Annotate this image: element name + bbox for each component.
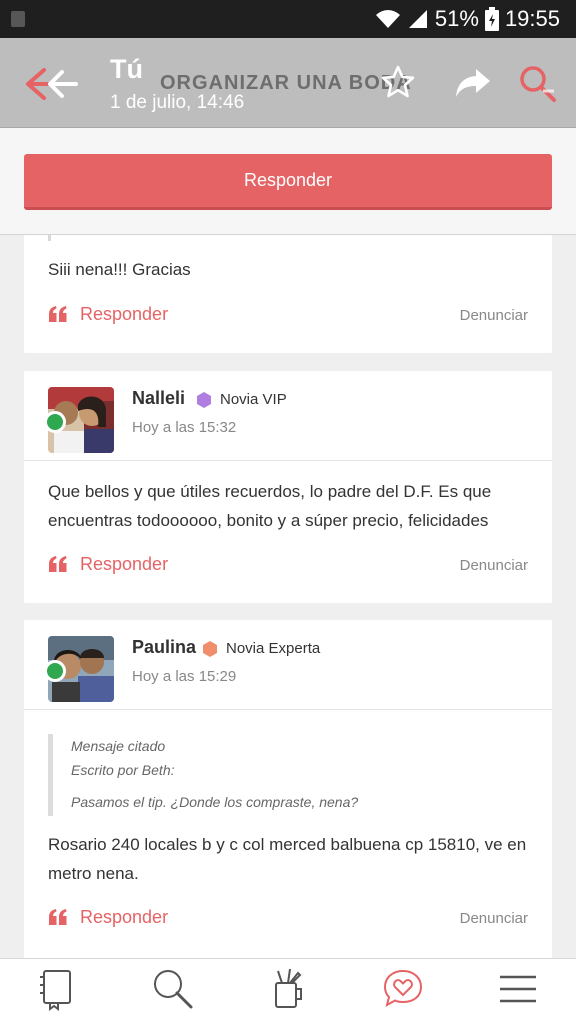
battery-icon bbox=[484, 7, 499, 31]
hexagon-badge-icon bbox=[197, 391, 211, 408]
reply-bar: Responder bbox=[0, 128, 576, 235]
quote-author: Escrito por Beth: bbox=[71, 762, 175, 778]
online-status-dot bbox=[44, 660, 66, 682]
back-arrow-icon[interactable] bbox=[22, 64, 78, 104]
page-subtitle: 1 de julio, 14:46 bbox=[110, 92, 245, 113]
post-text: Rosario 240 locales b y c col merced bal… bbox=[48, 835, 527, 883]
app-header: ORGANIZAR UNA BODA Tú 1 de julio, 14:46 bbox=[0, 38, 576, 128]
report-link[interactable]: Denunciar bbox=[460, 910, 528, 927]
checklist-book-icon bbox=[39, 970, 71, 1011]
post-reply-link[interactable]: Responder bbox=[48, 301, 168, 327]
status-indicators: 51% 19:55 bbox=[375, 4, 560, 34]
quoted-message: Mensaje citado Escrito por Beth: Pasamos… bbox=[48, 734, 528, 816]
wifi-icon bbox=[375, 10, 400, 28]
nav-item-search[interactable] bbox=[115, 959, 230, 1024]
post-reply-link[interactable]: Responder bbox=[48, 551, 168, 577]
nav-item-organizer[interactable] bbox=[0, 959, 115, 1024]
reply-link-label: Responder bbox=[80, 303, 169, 324]
post-reply-link[interactable]: Responder bbox=[48, 904, 168, 930]
bottom-nav bbox=[0, 958, 576, 1024]
menu-icon bbox=[499, 975, 536, 1003]
signal-icon bbox=[408, 10, 427, 28]
author-name[interactable]: Nalleli bbox=[132, 388, 185, 409]
nav-item-community[interactable] bbox=[345, 959, 460, 1024]
nav-item-menu[interactable] bbox=[460, 959, 575, 1024]
clock: 19:55 bbox=[504, 6, 560, 31]
post-author-row: Nalleli Novia VIP Hoy a las 15:32 bbox=[24, 371, 552, 461]
battery-percent: 51% bbox=[434, 6, 479, 31]
reply-button[interactable]: Responder bbox=[24, 154, 552, 210]
post-card: Paulina Novia Experta Hoy a las 15:29 Me… bbox=[24, 620, 552, 958]
page-title: Tú bbox=[110, 54, 143, 84]
star-icon[interactable] bbox=[380, 64, 416, 100]
quote-heading: Mensaje citado bbox=[71, 738, 166, 754]
post-author-row: Paulina Novia Experta Hoy a las 15:29 bbox=[24, 620, 552, 710]
search-icon[interactable] bbox=[518, 64, 558, 104]
status-badge: Novia VIP bbox=[196, 391, 287, 408]
report-link[interactable]: Denunciar bbox=[460, 557, 528, 574]
share-icon[interactable] bbox=[454, 66, 492, 100]
quote-icon bbox=[49, 556, 67, 572]
author-name[interactable]: Paulina bbox=[132, 637, 196, 658]
post-text: Siii nena!!! Gracias bbox=[48, 260, 191, 279]
report-link[interactable]: Denunciar bbox=[460, 307, 528, 324]
search-icon bbox=[153, 970, 192, 1009]
nav-item-inspiration[interactable] bbox=[230, 959, 345, 1024]
post-timestamp: Hoy a las 15:32 bbox=[132, 419, 237, 436]
notification-icon bbox=[11, 11, 25, 27]
post-text: Que bellos y que útiles recuerdos, lo pa… bbox=[48, 482, 492, 530]
status-bar: 51% 19:55 bbox=[0, 0, 576, 38]
quote-icon bbox=[49, 306, 67, 322]
reply-link-label: Responder bbox=[80, 906, 169, 927]
inspiration-icon bbox=[274, 968, 302, 1008]
divider bbox=[48, 235, 51, 241]
post-timestamp: Hoy a las 15:29 bbox=[132, 668, 237, 685]
badge-label: Novia Experta bbox=[226, 640, 321, 657]
badge-label: Novia VIP bbox=[220, 391, 287, 408]
community-heart-icon bbox=[383, 969, 422, 1008]
status-badge: Novia Experta bbox=[202, 640, 320, 657]
quote-text: Pasamos el tip. ¿Donde los compraste, ne… bbox=[71, 794, 359, 810]
quote-icon bbox=[49, 909, 67, 925]
hexagon-badge-icon bbox=[203, 640, 217, 657]
post-card: Siii nena!!! Gracias Responder Denunciar bbox=[24, 235, 552, 353]
reply-link-label: Responder bbox=[80, 553, 169, 574]
online-status-dot bbox=[44, 411, 66, 433]
post-card: Nalleli Novia VIP Hoy a las 15:32 Que be… bbox=[24, 371, 552, 603]
